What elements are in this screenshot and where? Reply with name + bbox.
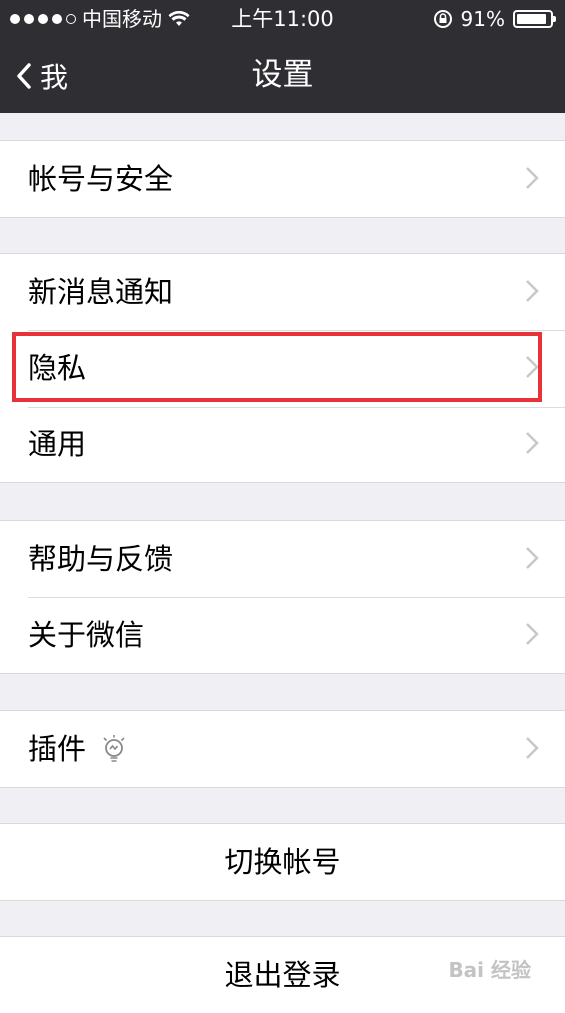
chevron-right-icon — [526, 547, 539, 569]
settings-row-general[interactable]: 通用 — [0, 406, 565, 482]
row-label: 插件 — [28, 732, 87, 766]
chevron-right-icon — [526, 432, 539, 454]
switch-account-group: 切换帐号 — [0, 823, 565, 901]
settings-screen: 中国移动 上午11:00 91% 我 设置 帐号与安全 新消息通知 隐私 通用 … — [0, 0, 565, 1013]
settings-group-account: 帐号与安全 — [0, 140, 565, 218]
privacy-highlight-box — [12, 332, 542, 402]
row-label: 通用 — [28, 427, 87, 461]
row-label: 帮助与反馈 — [28, 542, 174, 576]
switch-account-button[interactable]: 切换帐号 — [0, 824, 565, 900]
status-right: 91% — [433, 0, 556, 38]
watermark: Bai 经验 — [448, 958, 531, 982]
chevron-right-icon — [526, 280, 539, 302]
page-title: 设置 — [251, 57, 314, 93]
row-label: 关于微信 — [28, 618, 145, 652]
top-bar: 中国移动 上午11:00 91% 我 设置 — [0, 0, 565, 113]
lightbulb-icon — [103, 735, 125, 762]
row-label: 帐号与安全 — [28, 162, 174, 196]
row-label: 新消息通知 — [28, 275, 174, 309]
settings-row-account-security[interactable]: 帐号与安全 — [0, 141, 565, 217]
chevron-right-icon — [526, 623, 539, 645]
settings-group-help: 帮助与反馈 关于微信 — [0, 520, 565, 674]
settings-row-about[interactable]: 关于微信 — [0, 597, 565, 673]
settings-row-notifications[interactable]: 新消息通知 — [0, 254, 565, 330]
navigation-bar: 我 设置 — [0, 38, 565, 113]
rotation-lock-icon — [433, 10, 452, 28]
chevron-right-icon — [526, 167, 539, 189]
battery-icon — [513, 10, 556, 28]
battery-percentage: 91% — [460, 7, 505, 31]
settings-row-help-feedback[interactable]: 帮助与反馈 — [0, 521, 565, 597]
settings-group-plugins: 插件 — [0, 710, 565, 788]
row-label-with-icon: 插件 — [28, 711, 128, 787]
settings-row-plugins[interactable]: 插件 — [0, 711, 565, 787]
status-bar: 中国移动 上午11:00 91% — [0, 0, 565, 38]
chevron-right-icon — [526, 737, 539, 759]
